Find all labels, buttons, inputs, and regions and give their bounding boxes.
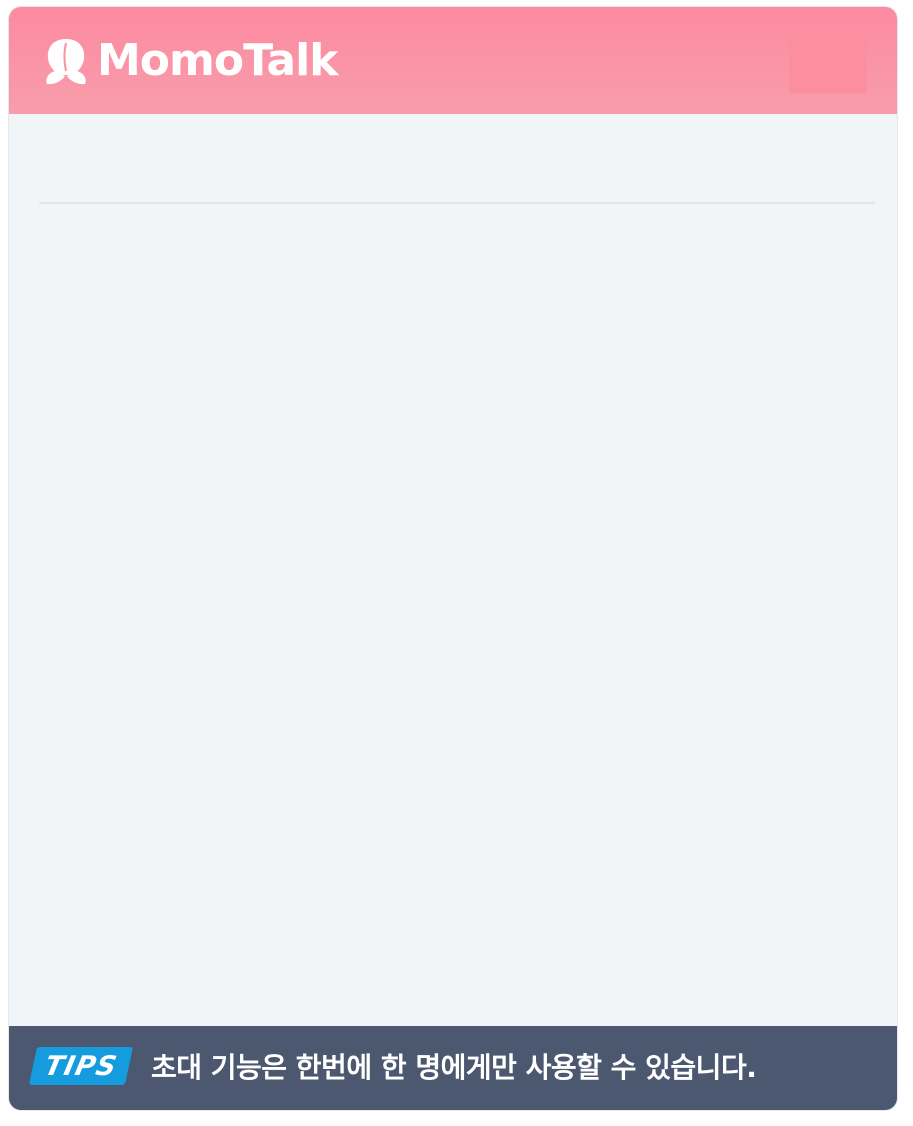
tips-message: 초대 기능은 한번에 한 명에게만 사용할 수 있습니다.: [151, 1051, 757, 1084]
app-title: MomoTalk: [97, 35, 338, 86]
tips-bar: TIPS 초대 기능은 한번에 한 명에게만 사용할 수 있습니다.: [9, 1026, 897, 1110]
divider: [39, 202, 875, 204]
chat-content-area: [9, 114, 897, 1026]
momotalk-window: MomoTalk TIPS 초대 기능은 한번에 한 명에게만 사용할 수 있습…: [9, 7, 897, 1110]
header-bar: MomoTalk: [9, 7, 897, 114]
peach-icon: [41, 35, 91, 87]
tips-badge: TIPS: [28, 1047, 134, 1085]
brand: MomoTalk: [41, 35, 338, 87]
header-action-button[interactable]: [789, 27, 867, 93]
tips-badge-label: TIPS: [41, 1050, 121, 1082]
